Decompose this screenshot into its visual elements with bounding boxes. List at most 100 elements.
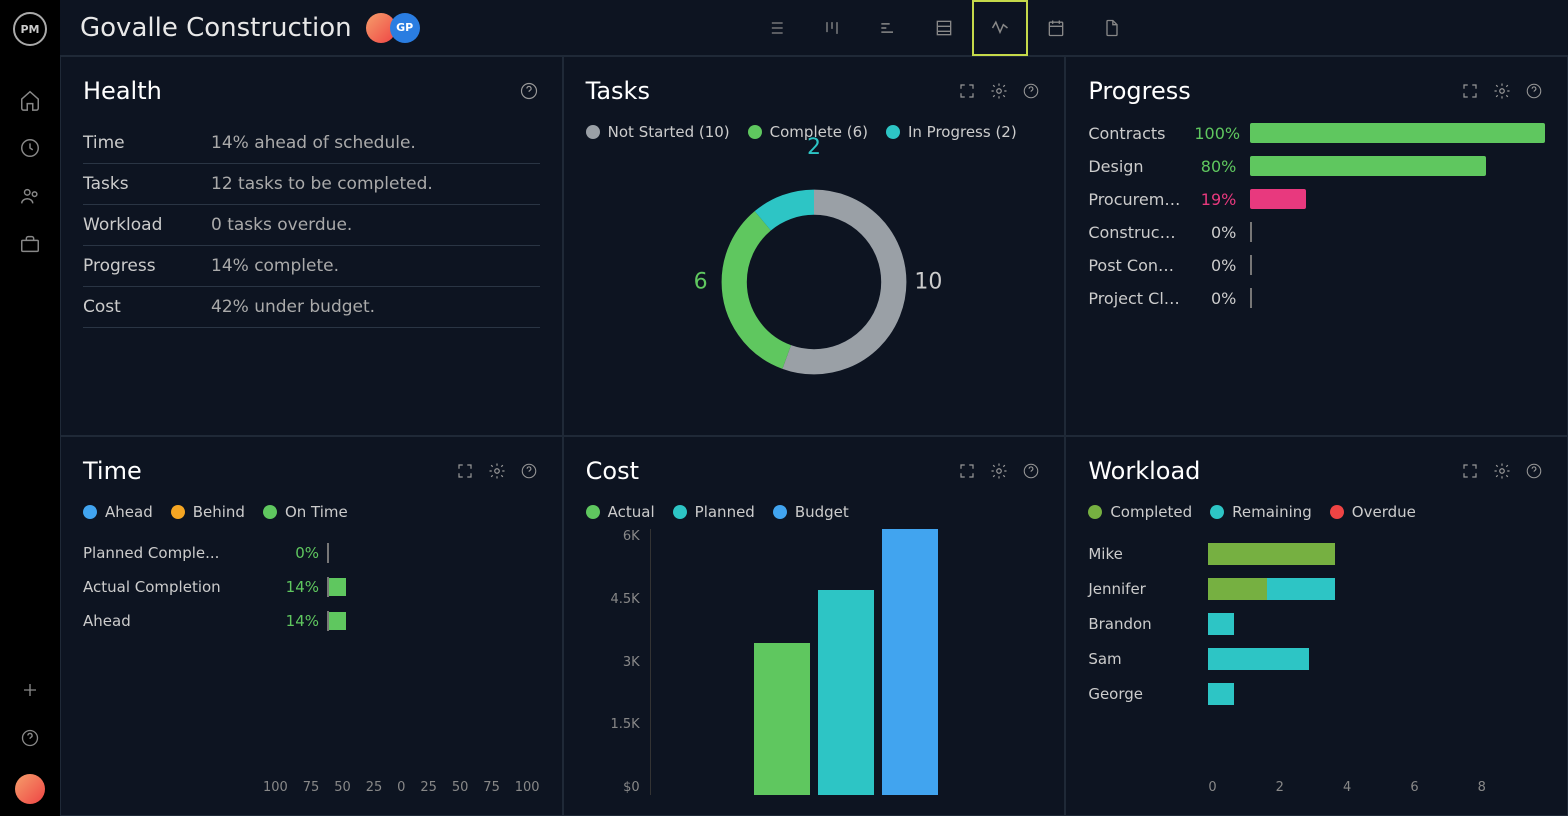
- time-label: Actual Completion: [83, 578, 263, 596]
- view-file-icon[interactable]: [1084, 0, 1140, 56]
- logo[interactable]: PM: [13, 12, 47, 46]
- add-icon[interactable]: [18, 678, 42, 702]
- axis-tick: 100: [263, 780, 288, 795]
- workload-label: George: [1088, 685, 1208, 703]
- help-icon[interactable]: [1020, 80, 1042, 102]
- legend-item: On Time: [263, 503, 348, 521]
- expand-icon[interactable]: [956, 460, 978, 482]
- help-icon[interactable]: [1523, 80, 1545, 102]
- workload-bars: [1208, 613, 1545, 635]
- axis-tick: 6: [1410, 780, 1477, 795]
- panel-time: Time AheadBehindOn Time Planned Comple..…: [60, 436, 563, 816]
- workload-row: George: [1088, 683, 1545, 705]
- legend-label: Behind: [193, 503, 245, 521]
- avatar-group[interactable]: GP: [372, 13, 420, 43]
- help-icon[interactable]: [518, 460, 540, 482]
- workload-segment: [1208, 543, 1334, 565]
- help-icon[interactable]: [1020, 460, 1042, 482]
- view-dashboard-icon[interactable]: [972, 0, 1028, 56]
- gear-icon[interactable]: [486, 460, 508, 482]
- gear-icon[interactable]: [988, 460, 1010, 482]
- cost-bar: [882, 529, 938, 795]
- progress-track: [1250, 189, 1545, 209]
- legend-dot: [748, 125, 762, 139]
- legend-label: Ahead: [105, 503, 153, 521]
- health-label: Tasks: [83, 174, 211, 194]
- axis-tick: 4.5K: [610, 592, 639, 607]
- gear-icon[interactable]: [1491, 460, 1513, 482]
- time-pct: 14%: [263, 578, 319, 596]
- legend-dot: [263, 505, 277, 519]
- health-row: Tasks12 tasks to be completed.: [83, 164, 540, 205]
- legend-item: Actual: [586, 503, 655, 521]
- legend-dot: [586, 505, 600, 519]
- gear-icon[interactable]: [988, 80, 1010, 102]
- progress-track: [1250, 156, 1545, 176]
- progress-pct: 0%: [1194, 289, 1236, 308]
- clock-icon[interactable]: [18, 136, 42, 160]
- user-avatar[interactable]: [15, 774, 45, 804]
- time-bar-wrap: [327, 611, 540, 631]
- legend-item: Planned: [673, 503, 755, 521]
- expand-icon[interactable]: [1459, 460, 1481, 482]
- expand-icon[interactable]: [1459, 80, 1481, 102]
- legend: Actual Planned Budget: [586, 503, 1043, 521]
- time-bar: [329, 612, 346, 630]
- legend-dot: [1330, 505, 1344, 519]
- team-icon[interactable]: [18, 184, 42, 208]
- workload-segment: [1267, 578, 1334, 600]
- workload-segment: [1208, 683, 1233, 705]
- health-row: Progress14% complete.: [83, 246, 540, 287]
- expand-icon[interactable]: [956, 80, 978, 102]
- home-icon[interactable]: [18, 88, 42, 112]
- workload-bars: [1208, 683, 1545, 705]
- axis: 1007550250255075100: [83, 780, 540, 795]
- legend-dot: [586, 125, 600, 139]
- gear-icon[interactable]: [1491, 80, 1513, 102]
- workload-bars: [1208, 543, 1545, 565]
- legend-label: Remaining: [1232, 503, 1312, 521]
- progress-label: Post Const...: [1088, 256, 1180, 275]
- view-sheet-icon[interactable]: [916, 0, 972, 56]
- workload-bars: [1208, 648, 1545, 670]
- legend-label: Budget: [795, 503, 849, 521]
- progress-track: [1250, 123, 1545, 143]
- panel-health: Health Time14% ahead of schedule.Tasks12…: [60, 56, 563, 436]
- progress-label: Design: [1088, 157, 1180, 176]
- expand-icon[interactable]: [454, 460, 476, 482]
- legend-label: Not Started (10): [608, 123, 730, 141]
- panel-title: Progress: [1088, 77, 1190, 105]
- progress-label: Procurement: [1088, 190, 1180, 209]
- time-pct: 14%: [263, 612, 319, 630]
- legend-dot: [773, 505, 787, 519]
- progress-tick: [1250, 288, 1252, 308]
- help-icon[interactable]: [518, 80, 540, 102]
- view-gantt-icon[interactable]: [860, 0, 916, 56]
- help-icon[interactable]: [18, 726, 42, 750]
- briefcase-icon[interactable]: [18, 232, 42, 256]
- health-row: Time14% ahead of schedule.: [83, 123, 540, 164]
- legend: CompletedRemainingOverdue: [1088, 503, 1545, 521]
- workload-segment: [1208, 648, 1309, 670]
- help-icon[interactable]: [1523, 460, 1545, 482]
- axis-tick: 1.5K: [610, 717, 639, 732]
- axis-tick: 2: [1276, 780, 1343, 795]
- donut-chart: 2 6 10: [586, 149, 1043, 415]
- progress-track: [1250, 222, 1545, 242]
- view-board-icon[interactable]: [804, 0, 860, 56]
- axis-tick: 8: [1478, 780, 1545, 795]
- view-list-icon[interactable]: [748, 0, 804, 56]
- progress-label: Project Clo...: [1088, 289, 1180, 308]
- time-row: Planned Comple... 0%: [83, 543, 540, 563]
- health-label: Time: [83, 133, 211, 153]
- progress-row: Project Clo... 0%: [1088, 288, 1545, 308]
- view-calendar-icon[interactable]: [1028, 0, 1084, 56]
- workload-segment: [1208, 613, 1233, 635]
- progress-row: Procurement 19%: [1088, 189, 1545, 209]
- health-label: Progress: [83, 256, 211, 276]
- avatar[interactable]: GP: [390, 13, 420, 43]
- progress-tick: [1250, 255, 1252, 275]
- health-value: 14% ahead of schedule.: [211, 133, 416, 153]
- health-row: Workload0 tasks overdue.: [83, 205, 540, 246]
- panel-progress: Progress Contracts 100% Design 80% Procu…: [1065, 56, 1568, 436]
